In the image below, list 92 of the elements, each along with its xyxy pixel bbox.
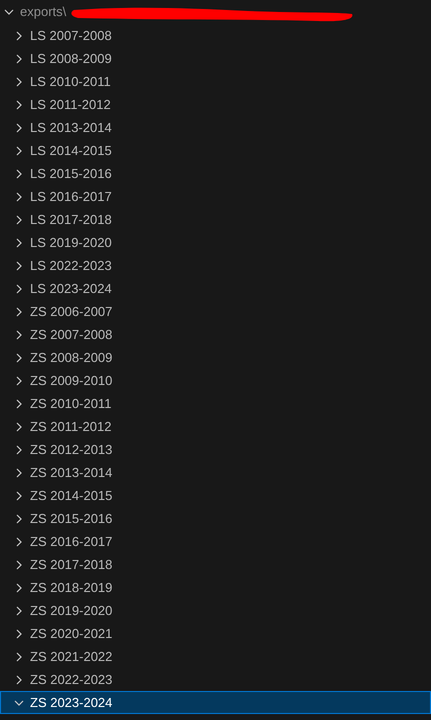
chevron-right-icon[interactable] — [14, 146, 24, 156]
chevron-right-icon[interactable] — [14, 398, 24, 408]
chevron-right-icon[interactable] — [14, 536, 24, 546]
tree-item[interactable]: ZS 2020-2021 — [0, 622, 431, 645]
tree-item[interactable]: ZS 2013-2014 — [0, 461, 431, 484]
folder-label: LS 2023-2024 — [30, 280, 112, 298]
chevron-right-icon[interactable] — [14, 628, 24, 638]
chevron-right-icon[interactable] — [14, 514, 24, 524]
chevron-right-icon[interactable] — [14, 376, 24, 386]
chevron-right-icon[interactable] — [14, 352, 24, 362]
tree-item[interactable]: LS 2014-2015 — [0, 139, 431, 162]
chevron-right-icon[interactable] — [14, 122, 24, 132]
folder-label: ZS 2022-2023 — [30, 670, 112, 689]
tree-item[interactable]: ZS 2016-2017 — [0, 530, 431, 553]
chevron-right-icon[interactable] — [14, 652, 24, 662]
folder-label: LS 2008-2009 — [30, 50, 112, 68]
folder-label: ZS 2010-2011 — [30, 394, 112, 413]
tree-item[interactable]: ZS 2019-2020 — [0, 599, 431, 622]
tree-item[interactable]: LS 2007-2008 — [0, 24, 431, 47]
chevron-right-icon[interactable] — [14, 490, 24, 500]
chevron-right-icon[interactable] — [14, 674, 24, 684]
chevron-right-icon[interactable] — [14, 468, 24, 478]
folder-label: ZS 2013-2014 — [30, 464, 112, 482]
chevron-right-icon[interactable] — [14, 330, 24, 340]
chevron-right-icon[interactable] — [14, 76, 24, 86]
chevron-right-icon[interactable] — [14, 192, 24, 202]
folder-label: ZS 2023-2024 — [30, 694, 112, 712]
folder-label: ZS 2019-2020 — [30, 602, 112, 620]
tree-item[interactable]: ZS 2022-2023 — [0, 668, 431, 691]
tree-item[interactable]: LS 2022-2023 — [0, 254, 431, 277]
folder-label: ZS 2020-2021 — [30, 624, 112, 643]
folder-label: LS 2014-2015 — [30, 142, 112, 160]
folder-label: LS 2016-2017 — [30, 188, 112, 206]
folder-label: LS 2007-2008 — [30, 26, 112, 45]
tree-item[interactable]: LS 2019-2020 — [0, 231, 431, 254]
folder-label: ZS 2015-2016 — [30, 510, 112, 528]
tree-item[interactable]: ZS 2009-2010 — [0, 369, 431, 392]
chevron-right-icon[interactable] — [14, 422, 24, 432]
tree-item[interactable]: LS 2011-2012 — [0, 93, 431, 116]
chevron-right-icon[interactable] — [14, 306, 24, 316]
folder-label[interactable]: exports\ — [20, 2, 66, 22]
tree-item[interactable]: ZS 2010-2011 — [0, 392, 431, 415]
folder-label: ZS 2011-2012 — [30, 418, 112, 436]
tree-item[interactable]: LS 2023-2024 — [0, 277, 431, 300]
tree-item[interactable]: ZS 2015-2016 — [0, 507, 431, 530]
tree-item[interactable]: ZS 2007-2008 — [0, 323, 431, 346]
chevron-right-icon[interactable] — [14, 284, 24, 294]
folder-label: ZS 2007-2008 — [30, 326, 112, 344]
folder-label: ZS 2016-2017 — [30, 532, 112, 551]
folder-label: ZS 2018-2019 — [30, 578, 112, 597]
folder-label: ZS 2006-2007 — [30, 302, 112, 321]
tree-item[interactable]: ZS 2017-2018 — [0, 553, 431, 576]
folder-label: LS 2010-2011 — [30, 72, 111, 91]
chevron-right-icon[interactable] — [14, 30, 24, 40]
chevron-right-icon[interactable] — [14, 606, 24, 616]
folder-label: LS 2019-2020 — [30, 234, 112, 252]
folder-label: ZS 2021-2022 — [30, 648, 112, 666]
tree-item[interactable]: ZS 2011-2012 — [0, 415, 431, 438]
tree-item[interactable]: ZS 2021-2022 — [0, 645, 431, 668]
tree-item[interactable]: ZS 2012-2013 — [0, 438, 431, 461]
tree-item[interactable]: LS 2013-2014 — [0, 116, 431, 139]
chevron-right-icon[interactable] — [14, 214, 24, 224]
folder-label: ZS 2009-2010 — [30, 372, 112, 390]
folder-label: LS 2015-2016 — [30, 164, 112, 183]
chevron-right-icon[interactable] — [14, 100, 24, 110]
chevron-right-icon[interactable] — [14, 168, 24, 178]
tree-item[interactable]: ZS 2014-2015 — [0, 484, 431, 507]
chevron-right-icon[interactable] — [14, 260, 24, 270]
folder-label: ZS 2014-2015 — [30, 486, 112, 505]
chevron-down-icon[interactable] — [14, 698, 24, 708]
folder-label: ZS 2017-2018 — [30, 556, 112, 574]
tree-item[interactable]: ZS 2008-2009 — [0, 346, 431, 369]
tree-item[interactable]: ZS 2018-2019 — [0, 576, 431, 599]
folder-label: LS 2017-2018 — [30, 210, 112, 229]
chevron-right-icon[interactable] — [14, 560, 24, 570]
folder-label: ZS 2012-2013 — [30, 440, 112, 459]
chevron-down-icon[interactable] — [4, 7, 14, 17]
tree-item[interactable]: LS 2010-2011 — [0, 70, 431, 93]
tree-item[interactable]: LS 2008-2009 — [0, 47, 431, 70]
chevron-right-icon[interactable] — [14, 238, 24, 248]
tree-item[interactable]: ZS 2006-2007 — [0, 300, 431, 323]
tree-item[interactable]: ZS 2023-2024 — [0, 691, 431, 714]
folder-label: LS 2022-2023 — [30, 256, 112, 275]
folder-label: ZS 2008-2009 — [30, 348, 112, 367]
chevron-right-icon[interactable] — [14, 444, 24, 454]
tree-item[interactable]: LS 2016-2017 — [0, 185, 431, 208]
tree-item[interactable]: LS 2015-2016 — [0, 162, 431, 185]
chevron-right-icon[interactable] — [14, 54, 24, 64]
chevron-right-icon[interactable] — [14, 582, 24, 592]
folder-label: LS 2011-2012 — [30, 96, 111, 114]
tree-item[interactable]: LS 2017-2018 — [0, 208, 431, 231]
folder-label: LS 2013-2014 — [30, 118, 112, 137]
